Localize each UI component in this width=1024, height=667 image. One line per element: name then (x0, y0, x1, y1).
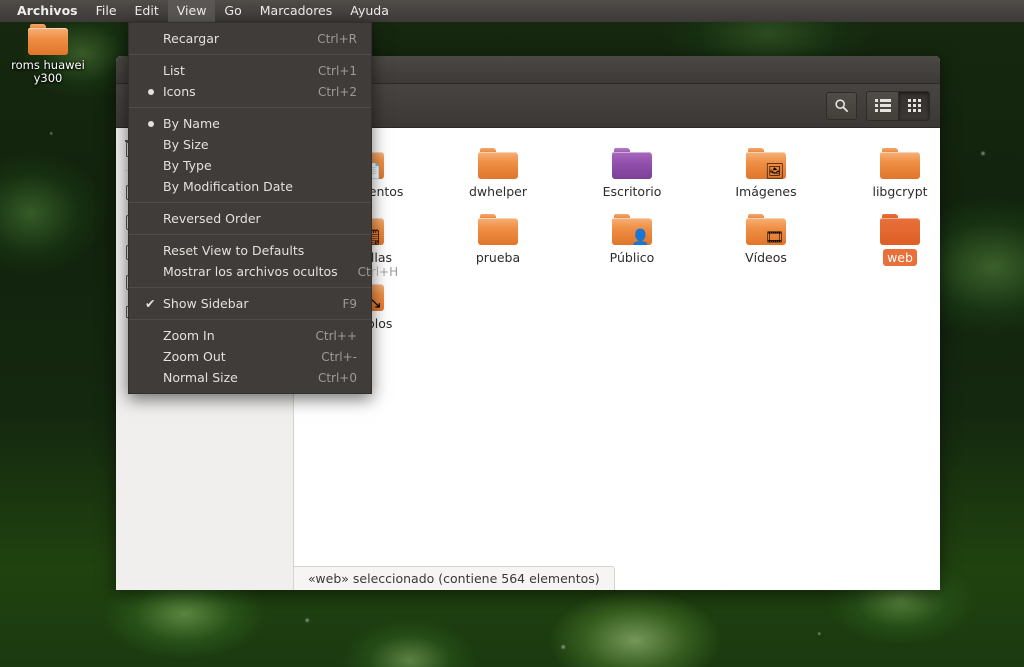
radio-selected-icon (148, 89, 154, 95)
menu-item-label: By Size (163, 137, 209, 152)
file-item-label: Vídeos (741, 249, 791, 266)
menu-item-shortcut: Ctrl+H (338, 265, 398, 279)
menu-item-label: Reset View to Defaults (163, 243, 304, 258)
file-item-label: prueba (472, 249, 524, 266)
file-item-label: dwhelper (465, 183, 531, 200)
menu-item-label: By Modification Date (163, 179, 293, 194)
file-item-imagenes[interactable]: 🖼 Imágenes (718, 142, 814, 200)
file-item-videos[interactable]: 🎞 Vídeos (718, 208, 814, 266)
menu-item-mostrar-archivos-ocultos[interactable]: Mostrar los archivos ocultos Ctrl+H (129, 261, 371, 282)
list-view-icon[interactable] (867, 92, 898, 120)
menu-item-shortcut: Ctrl++ (296, 329, 357, 343)
status-bar-text: «web» seleccionado (contiene 564 element… (308, 571, 600, 586)
picture-overlay-icon: 🖼 (765, 164, 784, 179)
menu-separator (129, 107, 371, 108)
menubar-item-marcadores[interactable]: Marcadores (251, 0, 342, 22)
menu-item-shortcut: Ctrl+1 (298, 64, 357, 78)
person-overlay-icon: 👤 (631, 230, 650, 245)
folder-desktop-icon (612, 148, 652, 180)
menu-item-label: List (163, 63, 185, 78)
folder-icon (28, 24, 68, 56)
menu-separator (129, 319, 371, 320)
checkmark-icon: ✔ (145, 296, 155, 311)
desktop-icon-roms-huawei-y300[interactable]: roms huawei y300 (4, 24, 92, 85)
menu-item-normal-size[interactable]: Normal Size Ctrl+0 (129, 367, 371, 388)
search-icon[interactable] (826, 92, 857, 120)
menu-item-label: Normal Size (163, 370, 238, 385)
file-item-prueba[interactable]: prueba (450, 208, 546, 266)
menu-item-zoom-in[interactable]: Zoom In Ctrl++ (129, 325, 371, 346)
file-item-label: Escritorio (599, 183, 666, 200)
file-item-web[interactable]: web (852, 208, 940, 266)
menu-item-shortcut: Ctrl+R (297, 32, 357, 46)
view-dropdown-menu: Recargar Ctrl+R List Ctrl+1 Icons Ctrl+2… (128, 22, 372, 394)
menu-item-recargar[interactable]: Recargar Ctrl+R (129, 28, 371, 49)
menubar-item-ayuda[interactable]: Ayuda (341, 0, 398, 22)
grid-view-icon[interactable] (898, 92, 929, 120)
menu-item-list[interactable]: List Ctrl+1 (129, 60, 371, 81)
folder-icon (880, 214, 920, 246)
folder-icon (478, 214, 518, 246)
menu-item-label: Icons (163, 84, 196, 99)
folder-icon (880, 148, 920, 180)
menu-separator (129, 54, 371, 55)
menu-item-label: Show Sidebar (163, 296, 248, 311)
menu-item-label: Zoom In (163, 328, 215, 343)
menu-item-label: By Name (163, 116, 220, 131)
status-bar: «web» seleccionado (contiene 564 element… (294, 566, 615, 590)
file-item-escritorio[interactable]: Escritorio (584, 142, 680, 200)
menu-item-label: Reversed Order (163, 211, 261, 226)
folder-pictures-icon: 🖼 (746, 148, 786, 180)
search-glyph (834, 98, 849, 113)
menubar-item-view[interactable]: View (168, 0, 216, 22)
folder-public-icon: 👤 (612, 214, 652, 246)
menu-separator (129, 202, 371, 203)
menu-separator (129, 234, 371, 235)
menubar-item-file[interactable]: File (87, 0, 126, 22)
file-view[interactable]: 📄 Documentos dwhelper Escritorio 🖼 (294, 128, 940, 590)
file-item-dwhelper[interactable]: dwhelper (450, 142, 546, 200)
menu-item-label: Zoom Out (163, 349, 226, 364)
menubar-item-archivos[interactable]: Archivos (8, 0, 87, 22)
menu-item-by-size[interactable]: By Size (129, 134, 371, 155)
menubar-item-go[interactable]: Go (215, 0, 250, 22)
desktop-icon-label: roms huawei y300 (4, 59, 92, 85)
file-item-label: Público (606, 249, 659, 266)
radio-selected-icon (148, 121, 154, 127)
file-item-label: Imágenes (731, 183, 800, 200)
menu-item-reset-view-to-defaults[interactable]: Reset View to Defaults (129, 240, 371, 261)
file-item-libgcrypt[interactable]: libgcrypt (852, 142, 940, 200)
folder-icon (478, 148, 518, 180)
global-menubar: Archivos File Edit View Go Marcadores Ay… (0, 0, 1024, 22)
menu-item-by-modification-date[interactable]: By Modification Date (129, 176, 371, 197)
menu-item-shortcut: F9 (322, 297, 357, 311)
menu-item-zoom-out[interactable]: Zoom Out Ctrl+- (129, 346, 371, 367)
file-grid: 📄 Documentos dwhelper Escritorio 🖼 (294, 128, 940, 332)
file-item-publico[interactable]: 👤 Público (584, 208, 680, 266)
file-item-label: web (883, 249, 917, 266)
menu-separator (129, 287, 371, 288)
folder-videos-icon: 🎞 (746, 214, 786, 246)
view-mode-toggle (866, 91, 930, 121)
menu-item-shortcut: Ctrl+2 (298, 85, 357, 99)
menu-item-icons[interactable]: Icons Ctrl+2 (129, 81, 371, 102)
menu-item-by-name[interactable]: By Name (129, 113, 371, 134)
menu-item-show-sidebar[interactable]: ✔ Show Sidebar F9 (129, 293, 371, 314)
menu-item-by-type[interactable]: By Type (129, 155, 371, 176)
file-item-label: libgcrypt (868, 183, 931, 200)
film-overlay-icon: 🎞 (765, 230, 784, 245)
menu-item-shortcut: Ctrl+0 (298, 371, 357, 385)
menu-item-label: Recargar (163, 31, 219, 46)
menu-item-label: Mostrar los archivos ocultos (163, 264, 338, 279)
menu-item-label: By Type (163, 158, 212, 173)
menu-item-shortcut: Ctrl+- (301, 350, 357, 364)
menubar-item-edit[interactable]: Edit (126, 0, 168, 22)
menu-item-reversed-order[interactable]: Reversed Order (129, 208, 371, 229)
